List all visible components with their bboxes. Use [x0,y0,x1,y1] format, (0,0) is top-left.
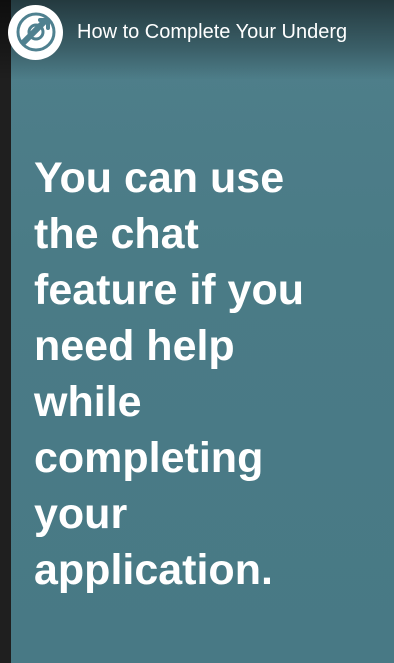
caption-line: completing [34,434,264,482]
caption-line: need help [34,322,235,370]
channel-logo-icon [16,12,55,52]
caption-line: your [34,490,128,538]
caption-line: application. [34,546,273,594]
video-title[interactable]: How to Complete Your Underg [77,20,347,44]
caption-line: feature if you [34,266,304,314]
channel-avatar[interactable] [8,4,63,60]
caption-line: while [34,378,142,426]
caption-line: You can use [34,154,285,202]
video-player[interactable]: How to Complete Your Underg You can use … [0,0,394,663]
caption-text: You can use the chat feature if you need… [34,150,354,598]
video-header: How to Complete Your Underg [0,0,394,64]
caption-line: the chat [34,210,199,258]
